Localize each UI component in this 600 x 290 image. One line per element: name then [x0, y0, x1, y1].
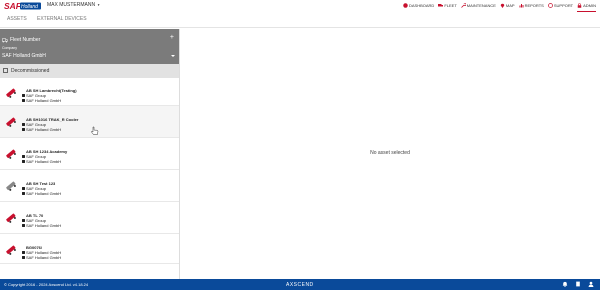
nav-reports[interactable]: REPORTS: [519, 1, 544, 10]
tab-external-devices[interactable]: EXTERNAL DEVICES: [37, 16, 87, 22]
asset-company: SAF Holland GmbH: [22, 255, 61, 260]
footer: © Copyright 2016 - 2024 Axscend Ltd. v4.…: [0, 279, 600, 290]
nav-map[interactable]: MAP: [500, 1, 515, 10]
nav-fleet[interactable]: FLEET: [438, 1, 457, 10]
asset-list-item[interactable]: AB SH Test 123 SAF Group SAF Holland GmbH: [0, 170, 179, 202]
truck-icon: [438, 4, 444, 7]
group-icon: [22, 187, 25, 190]
decommissioned-toggle[interactable]: Decommissioned: [0, 64, 179, 78]
building-icon: [22, 160, 25, 163]
add-filter-button[interactable]: +: [170, 34, 174, 41]
filter-panel: Fleet Number + Company SAF Holland GmbH: [0, 29, 179, 64]
chevron-down-icon: ▼: [97, 3, 101, 7]
chevron-down-icon[interactable]: [171, 55, 175, 57]
wrench-icon: [460, 3, 466, 8]
copyright-text: © Copyright 2016 - 2024 Axscend Ltd. v4.…: [4, 282, 89, 287]
trailer-icon: [6, 149, 16, 159]
nav-label: REPORTS: [524, 3, 544, 8]
nav-label: DASHBOARD: [408, 3, 435, 8]
lock-icon: [577, 3, 582, 8]
document-icon[interactable]: [575, 281, 581, 287]
group-icon: [22, 251, 25, 254]
nav-support[interactable]: SUPPORT: [547, 1, 574, 10]
support-icon: [547, 3, 553, 8]
truck-icon: [2, 38, 8, 42]
asset-company: SAF Holland GmbH: [22, 191, 61, 196]
trailer-icon: [6, 117, 16, 127]
map-pin-icon: [500, 3, 505, 8]
user-menu[interactable]: MAX MUSTERMANN ▼: [47, 2, 100, 8]
svg-text:Holland: Holland: [21, 4, 38, 10]
main-nav: DASHBOARD FLEET MAINTENANCE MAP REPORTS …: [403, 1, 596, 12]
group-icon: [22, 219, 25, 222]
filter-title: Fleet Number: [10, 37, 41, 43]
trailer-icon: [6, 245, 16, 255]
asset-sidebar: Fleet Number + Company SAF Holland GmbH …: [0, 29, 180, 279]
empty-state-message: No asset selected: [370, 150, 410, 156]
footer-actions: [562, 281, 594, 287]
nav-label: MAINTENANCE: [466, 3, 496, 8]
asset-company: SAF Holland GmbH: [22, 223, 61, 228]
asset-list-item[interactable]: AB TL 70 SAF Group SAF Holland GmbH: [0, 202, 179, 234]
group-icon: [22, 123, 25, 126]
user-icon[interactable]: [588, 281, 594, 287]
axscend-logo: AXSCEND: [286, 282, 314, 288]
group-icon: [22, 94, 25, 97]
asset-list-item[interactable]: AB SH1016 TRAK_R Cooler SAF Group SAF Holl…: [0, 106, 179, 138]
asset-company: SAF Holland GmbH: [22, 159, 61, 164]
trailer-icon: [6, 88, 16, 98]
saf-holland-logo[interactable]: SAF Holland: [4, 1, 42, 11]
trailer-icon: [6, 213, 16, 223]
asset-list: AB SH Lambrecht(Testing) SAF Group SAF Hol…: [0, 78, 179, 264]
asset-company-label: SAF Holland GmbH: [26, 223, 62, 228]
asset-list-item[interactable]: BG0076/SAF Holland GmbH SAF Holland GmbH: [0, 234, 179, 264]
building-icon: [22, 99, 25, 102]
asset-company-label: SAF Holland GmbH: [26, 191, 62, 196]
svg-text:SAF: SAF: [4, 1, 22, 11]
nav-label: MAP: [505, 3, 515, 8]
company-label: Company: [2, 46, 17, 50]
asset-company: SAF Holland GmbH: [22, 127, 61, 132]
company-select[interactable]: SAF Holland GmbH: [2, 53, 46, 59]
nav-label: SUPPORT: [553, 3, 574, 8]
user-name: MAX MUSTERMANN: [47, 2, 96, 8]
asset-company-label: SAF Holland GmbH: [26, 255, 62, 260]
asset-company-label: SAF Holland GmbH: [26, 127, 62, 132]
nav-dashboard[interactable]: DASHBOARD: [403, 1, 434, 10]
decommissioned-label: Decommissioned: [11, 68, 50, 74]
building-icon: [22, 256, 25, 259]
nav-admin[interactable]: ADMIN: [577, 1, 596, 12]
asset-list-item[interactable]: AB SH Lambrecht(Testing) SAF Group SAF Hol…: [0, 78, 179, 106]
tab-assets[interactable]: ASSETS: [7, 16, 27, 22]
tab-bar: ASSETS EXTERNAL DEVICES: [0, 12, 600, 28]
report-icon: [519, 4, 524, 8]
asset-list-item[interactable]: AB SH 1234 Academy SAF Group SAF Holland G…: [0, 138, 179, 170]
top-bar: SAF Holland MAX MUSTERMANN ▼ DASHBOARD F…: [0, 0, 600, 12]
nav-label: FLEET: [444, 3, 457, 8]
trailer-icon: [6, 181, 16, 191]
asset-company-label: SAF Holland GmbH: [26, 159, 62, 164]
building-icon: [22, 128, 25, 131]
group-icon: [22, 155, 25, 158]
fleet-number-filter[interactable]: Fleet Number: [2, 37, 40, 43]
building-icon: [22, 192, 25, 195]
checkbox-icon[interactable]: [3, 68, 8, 73]
asset-company-label: SAF Holland GmbH: [26, 98, 62, 103]
nav-maintenance[interactable]: MAINTENANCE: [460, 1, 496, 10]
asset-company: SAF Holland GmbH: [22, 98, 61, 103]
bell-icon[interactable]: [562, 281, 568, 287]
dashboard-icon: [403, 3, 408, 8]
mouse-cursor-icon: [91, 126, 99, 135]
nav-label: ADMIN: [583, 3, 596, 8]
building-icon: [22, 224, 25, 227]
